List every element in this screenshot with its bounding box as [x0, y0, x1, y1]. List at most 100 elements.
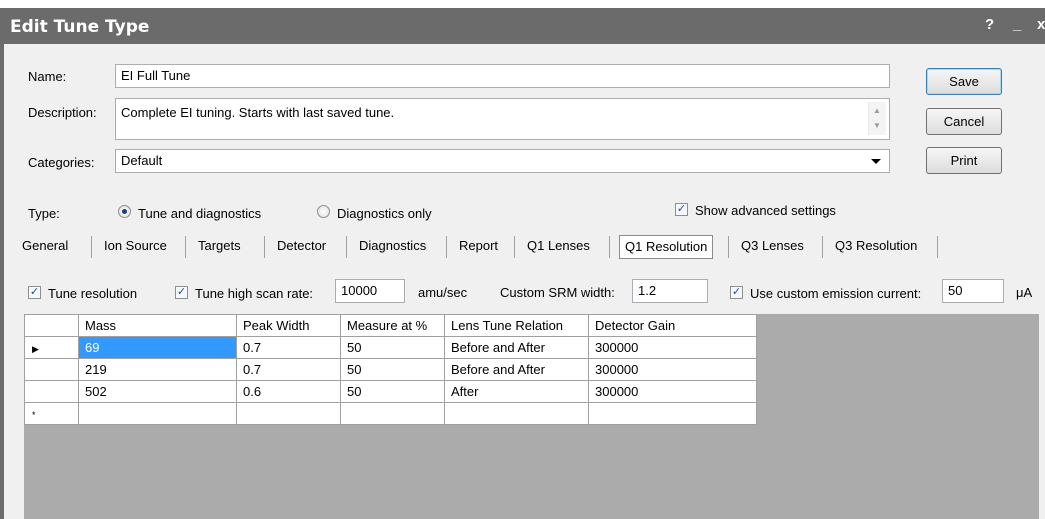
save-button[interactable]: Save	[926, 68, 1002, 95]
tab-ion-source[interactable]: Ion Source	[104, 234, 167, 258]
table-cell[interactable]: 300000	[588, 380, 757, 403]
scroll-down-icon[interactable]: ▼	[873, 122, 881, 130]
custom-srm-label: Custom SRM width:	[500, 285, 615, 300]
description-scrollbar[interactable]: ▲ ▼	[868, 102, 886, 135]
table-cell[interactable]: After	[444, 380, 589, 403]
tune-resolution-label[interactable]: Tune resolution	[48, 286, 137, 301]
table-cell[interactable]	[236, 402, 341, 425]
tab-q3-resolution[interactable]: Q3 Resolution	[835, 234, 917, 258]
table-cell[interactable]: 300000	[588, 336, 757, 359]
current-row-icon: ▶	[32, 344, 39, 354]
categories-value: Default	[121, 153, 163, 168]
tune-high-scan-input[interactable]: 10000	[335, 279, 405, 303]
custom-srm-input[interactable]: 1.2	[632, 279, 708, 303]
diagnostics-only-label[interactable]: Diagnostics only	[337, 206, 432, 221]
tab-divider	[185, 236, 186, 258]
resolution-table: Mass Peak Width Measure at % Lens Tune R…	[24, 314, 757, 425]
categories-label: Categories:	[28, 155, 95, 170]
row-header[interactable]: *	[24, 402, 79, 425]
new-row: *	[24, 402, 757, 425]
help-button[interactable]: ?	[985, 16, 994, 33]
tab-general[interactable]: General	[22, 234, 68, 258]
tab-q1-resolution[interactable]: Q1 Resolution	[619, 235, 714, 259]
tab-divider	[609, 236, 610, 258]
tab-divider	[91, 236, 92, 258]
description-field[interactable]: Complete EI tuning. Starts with last sav…	[115, 98, 890, 140]
tune-high-scan-unit: amu/sec	[418, 285, 468, 300]
tab-targets[interactable]: Targets	[198, 234, 241, 258]
tab-detector[interactable]: Detector	[277, 234, 326, 258]
tab-diagnostics[interactable]: Diagnostics	[359, 234, 426, 258]
table-cell[interactable]: 69	[78, 336, 237, 359]
name-label: Name:	[28, 69, 67, 84]
tab-q3-lenses[interactable]: Q3 Lenses	[741, 234, 804, 258]
column-header-mass[interactable]: Mass	[78, 314, 237, 337]
table-cell[interactable]	[78, 402, 237, 425]
table-cell[interactable]: 219	[78, 358, 237, 381]
name-field[interactable]: EI Full Tune	[115, 64, 890, 88]
table-row: ▶ 69 0.7 50 Before and After 300000	[24, 336, 757, 359]
custom-emission-label[interactable]: Use custom emission current:	[750, 286, 921, 301]
table-cell[interactable]: 50	[340, 380, 445, 403]
scroll-up-icon[interactable]: ▲	[873, 107, 881, 115]
table-cell[interactable]: 300000	[588, 358, 757, 381]
resolution-grid[interactable]: Mass Peak Width Measure at % Lens Tune R…	[24, 314, 1039, 519]
tab-q1-lenses[interactable]: Q1 Lenses	[527, 234, 590, 258]
row-header[interactable]	[24, 358, 79, 381]
tab-divider	[264, 236, 265, 258]
tune-high-scan-checkbox[interactable]: ✓	[175, 286, 188, 299]
table-cell[interactable]: 502	[78, 380, 237, 403]
diagnostics-only-radio[interactable]	[317, 205, 330, 218]
table-cell[interactable]	[588, 402, 757, 425]
table-cell[interactable]: 0.7	[236, 336, 341, 359]
tune-and-diagnostics-radio[interactable]	[118, 205, 131, 218]
custom-emission-input[interactable]: 50	[942, 279, 1004, 303]
row-header[interactable]: ▶	[24, 336, 79, 359]
close-button[interactable]: x	[1037, 16, 1045, 33]
minimize-button[interactable]: _	[1013, 16, 1021, 33]
show-advanced-checkbox[interactable]: ✓	[675, 203, 688, 216]
title-bar: Edit Tune Type ? _ x	[0, 0, 1045, 44]
tab-strip: General Ion Source Targets Detector Diag…	[4, 234, 964, 262]
type-label: Type:	[28, 206, 60, 221]
table-cell[interactable]: Before and After	[444, 336, 589, 359]
table-row: 502 0.6 50 After 300000	[24, 380, 757, 403]
tab-divider	[514, 236, 515, 258]
show-advanced-label[interactable]: Show advanced settings	[695, 203, 836, 218]
dialog-body: Name: EI Full Tune Description: Complete…	[4, 44, 1045, 519]
tab-divider	[728, 236, 729, 258]
table-cell[interactable]	[340, 402, 445, 425]
tab-divider	[346, 236, 347, 258]
chevron-down-icon[interactable]	[871, 159, 881, 164]
print-button[interactable]: Print	[926, 147, 1002, 174]
table-cell[interactable]: Before and After	[444, 358, 589, 381]
tab-report[interactable]: Report	[459, 234, 498, 258]
row-header[interactable]	[24, 380, 79, 403]
column-header-measure-at[interactable]: Measure at %	[340, 314, 445, 337]
column-header-lens-tune-relation[interactable]: Lens Tune Relation	[444, 314, 589, 337]
categories-select[interactable]: Default	[115, 149, 890, 173]
table-cell[interactable]: 50	[340, 336, 445, 359]
tune-high-scan-label[interactable]: Tune high scan rate:	[195, 286, 313, 301]
column-header-detector-gain[interactable]: Detector Gain	[588, 314, 757, 337]
custom-emission-checkbox[interactable]: ✓	[730, 286, 743, 299]
custom-emission-unit: μA	[1016, 285, 1033, 300]
table-cell[interactable]	[444, 402, 589, 425]
cancel-button[interactable]: Cancel	[926, 108, 1002, 135]
description-text: Complete EI tuning. Starts with last sav…	[121, 105, 395, 120]
table-cell[interactable]: 0.6	[236, 380, 341, 403]
tab-divider	[446, 236, 447, 258]
table-row: 219 0.7 50 Before and After 300000	[24, 358, 757, 381]
table-cell[interactable]: 0.7	[236, 358, 341, 381]
tune-and-diagnostics-label[interactable]: Tune and diagnostics	[138, 206, 261, 221]
column-header-peak-width[interactable]: Peak Width	[236, 314, 341, 337]
table-header-row: Mass Peak Width Measure at % Lens Tune R…	[24, 314, 757, 337]
description-label: Description:	[28, 105, 97, 120]
row-header-corner[interactable]	[24, 314, 79, 337]
tab-divider	[937, 236, 938, 258]
new-row-icon: *	[32, 410, 36, 420]
table-cell[interactable]: 50	[340, 358, 445, 381]
tune-resolution-checkbox[interactable]: ✓	[28, 286, 41, 299]
tab-divider	[822, 236, 823, 258]
window-title: Edit Tune Type	[10, 17, 150, 37]
